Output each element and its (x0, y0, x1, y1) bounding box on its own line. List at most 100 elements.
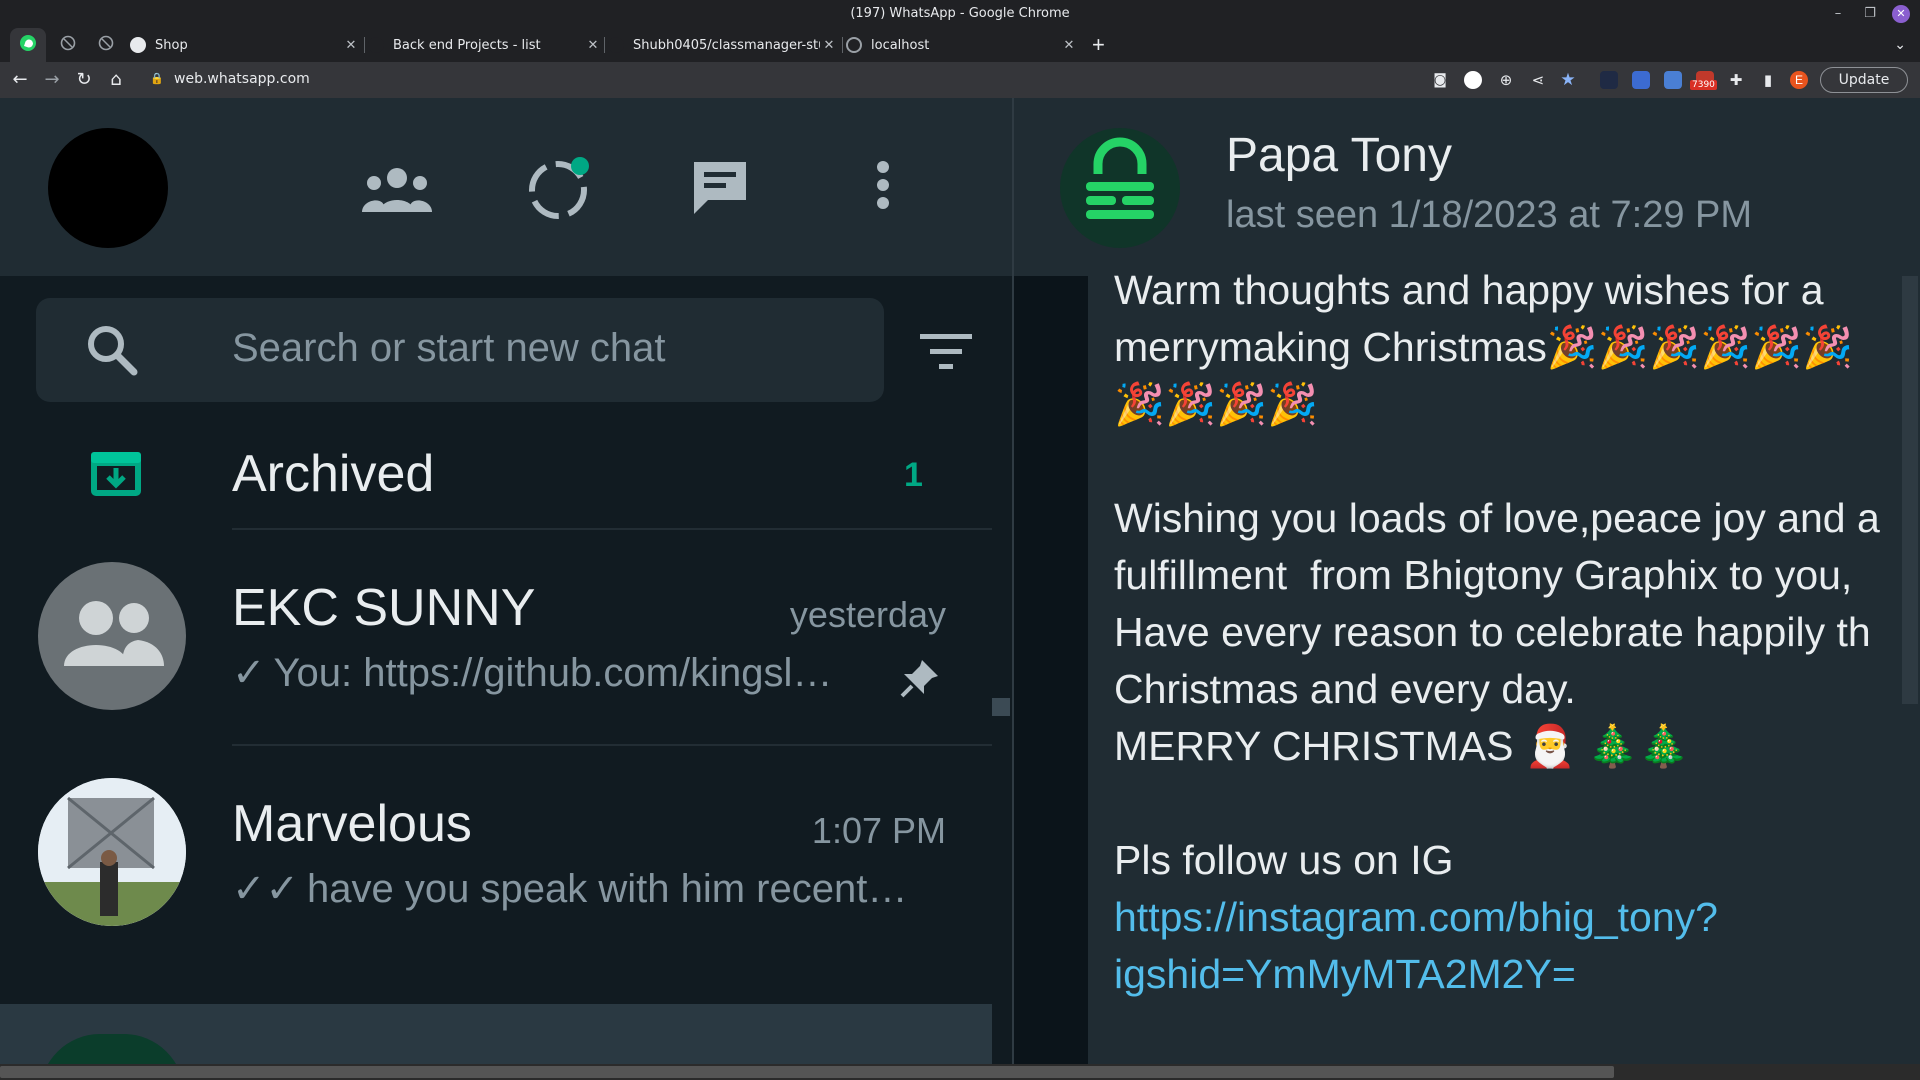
filter-icon[interactable] (920, 332, 972, 377)
shield-extension-icon[interactable] (1632, 71, 1650, 89)
double-check-icon: ✓✓ (232, 867, 300, 911)
chat-preview-text: have you speak with him recent… (307, 867, 908, 911)
search-input[interactable]: Search or start new chat (36, 298, 884, 402)
tab-label: Shop (155, 37, 188, 53)
camera-blocked-icon[interactable]: ◙ (1428, 68, 1452, 92)
whatsapp-favicon-icon (19, 34, 37, 56)
single-check-icon: ✓ (232, 651, 266, 695)
contact-name: Papa Tony (1226, 129, 1452, 182)
my-profile-avatar[interactable] (48, 128, 168, 248)
tab-close-icon[interactable]: ✕ (1060, 38, 1078, 53)
extension-icon[interactable] (1664, 71, 1682, 89)
side-panel-icon[interactable]: ▮ (1756, 68, 1780, 92)
message-line: Have every reason to celebrate happily t… (1114, 609, 1871, 655)
sidebar-header (0, 98, 1012, 276)
menu-kebab-icon[interactable] (876, 160, 890, 215)
tab-close-icon[interactable]: ✕ (342, 38, 360, 53)
chat-preview-text: You: https://github.com/kingsl… (273, 651, 833, 695)
tab-github[interactable]: Shubh0405/classmanager-stu ✕ (608, 28, 838, 62)
tab-separator (364, 37, 365, 53)
tab-whatsapp-pinned[interactable] (10, 28, 46, 62)
browser-toolbar: ← → ↻ ⌂ 🔒 web.whatsapp.com ◙ ⊕ ⋖ ★ 7390 … (0, 62, 1920, 98)
home-icon[interactable]: ⌂ (104, 68, 128, 92)
message-line: MERRY CHRISTMAS 🎅 🎄🎄 (1114, 723, 1690, 769)
tab-pinned-3[interactable] (88, 28, 124, 62)
instagram-link[interactable]: https://instagram.com/bhig_tony? (1114, 894, 1718, 940)
message-line: Wishing you loads of love,peace joy and … (1114, 495, 1880, 541)
contact-logo-icon (1086, 137, 1154, 219)
back-arrow-icon[interactable]: ← (8, 68, 32, 92)
contact-last-seen: last seen 1/18/2023 at 7:29 PM (1226, 194, 1753, 236)
google-icon[interactable] (1464, 71, 1482, 89)
chat-item-ekc-sunny[interactable]: EKC SUNNY yesterday ✓ You: https://github… (0, 528, 1012, 744)
message-line: Christmas and every day. (1114, 666, 1576, 712)
tab-separator (604, 37, 605, 53)
globe-favicon-icon (60, 35, 76, 55)
chat-item-selected[interactable] (0, 1004, 992, 1066)
scrollbar-thumb[interactable] (0, 1066, 1614, 1078)
divider (232, 744, 992, 746)
chat-time: 1:07 PM (811, 810, 946, 851)
search-placeholder: Search or start new chat (232, 326, 666, 370)
close-window-button[interactable]: ✕ (1892, 5, 1910, 23)
tab-close-icon[interactable]: ✕ (820, 38, 838, 53)
github-icon (608, 37, 624, 53)
page-horizontal-scrollbar[interactable] (0, 1064, 1920, 1080)
instagram-link-continued[interactable]: igshid=YmMyMTA2M2Y= (1114, 951, 1576, 997)
message-line: Pls follow us on IG (1114, 837, 1454, 883)
search-icon[interactable] (84, 322, 140, 383)
message-line: fulfillment from Bhigtony Graphix to you… (1114, 552, 1853, 598)
tab-strip: Shop ✕ Back end Projects - list ✕ Shubh0… (0, 28, 1920, 62)
tab-label: Back end Projects - list (393, 37, 541, 53)
archived-count-badge: 1 (904, 456, 923, 494)
tab-backend-projects[interactable]: Back end Projects - list ✕ (368, 28, 602, 62)
share-icon[interactable]: ⋖ (1526, 68, 1550, 92)
tab-separator (842, 37, 843, 53)
status-icon[interactable] (526, 154, 594, 227)
communities-icon[interactable] (360, 166, 434, 219)
url-text: web.whatsapp.com (174, 71, 310, 87)
page-icon (368, 37, 384, 53)
bookmark-star-icon[interactable]: ★ (1556, 68, 1580, 92)
photo-image (38, 778, 186, 926)
update-button[interactable]: Update (1820, 67, 1908, 93)
restore-button[interactable]: ❐ (1860, 4, 1880, 24)
address-bar[interactable]: 🔒 web.whatsapp.com (138, 66, 1428, 94)
chat-time: yesterday (789, 594, 946, 635)
new-chat-icon[interactable] (690, 158, 750, 221)
archived-row[interactable]: Archived 1 (0, 416, 1012, 528)
tab-label: localhost (871, 37, 930, 53)
tab-shop[interactable]: Shop ✕ (130, 28, 360, 62)
archived-label: Archived (232, 445, 435, 503)
chat-preview: ✓✓ have you speak with him recent… (232, 866, 907, 912)
react-devtools-icon[interactable] (1600, 71, 1618, 89)
window-titlebar: (197) WhatsApp - Google Chrome – ❐ ✕ (0, 0, 1920, 28)
extensions-puzzle-icon[interactable]: ✚ (1724, 68, 1748, 92)
conversation-header[interactable]: Papa Tony last seen 1/18/2023 at 7:29 PM (1014, 98, 1920, 276)
contact-avatar[interactable] (1060, 128, 1180, 248)
archive-icon (88, 444, 144, 505)
tab-search-button[interactable]: ⌄ (1894, 36, 1906, 53)
tab-label: Shubh0405/classmanager-stu (633, 37, 820, 53)
chat-item-marvelous[interactable]: Marvelous 1:07 PM ✓✓ have you speak with … (0, 744, 1012, 960)
tab-close-icon[interactable]: ✕ (584, 38, 602, 53)
reload-icon[interactable]: ↻ (72, 68, 96, 92)
tab-localhost[interactable]: localhost ✕ (846, 28, 1078, 62)
chat-name: EKC SUNNY (232, 579, 536, 637)
profile-avatar[interactable]: E (1790, 71, 1808, 89)
zoom-icon[interactable]: ⊕ (1494, 68, 1518, 92)
extension-badge: 7390 (1690, 80, 1717, 90)
contact-avatar-partial (40, 1034, 184, 1066)
new-tab-button[interactable]: + (1092, 32, 1105, 58)
group-avatar (38, 562, 186, 710)
globe-icon (130, 37, 146, 53)
message-line: 🎉🎉🎉🎉 (1114, 381, 1319, 427)
chat-preview: ✓ You: https://github.com/kingsl… (232, 650, 832, 696)
minimize-button[interactable]: – (1828, 4, 1848, 24)
group-icon (64, 601, 164, 666)
lock-icon[interactable]: 🔒 (150, 72, 164, 85)
forward-arrow-icon[interactable]: → (40, 68, 64, 92)
tab-pinned-2[interactable] (50, 28, 86, 62)
window-title: (197) WhatsApp - Google Chrome (850, 6, 1070, 21)
sidebar-scrollbar[interactable] (992, 698, 1010, 716)
